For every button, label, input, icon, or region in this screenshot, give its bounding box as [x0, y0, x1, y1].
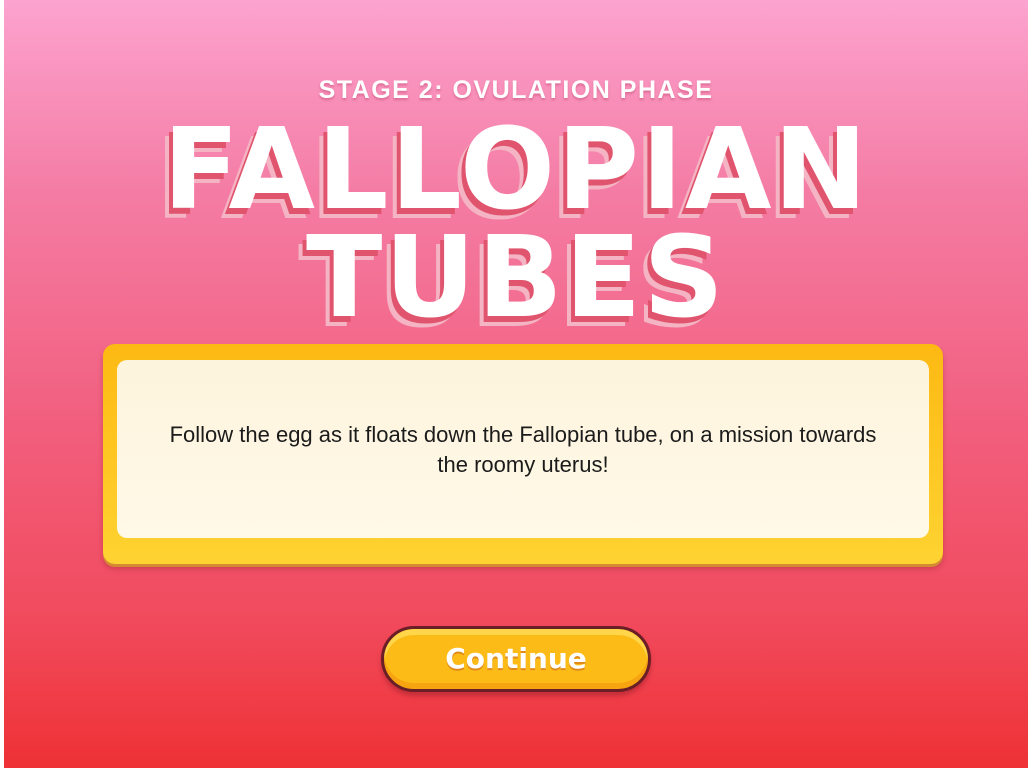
continue-button-label: Continue	[445, 642, 587, 675]
stage-title-line-1: FALLOPIAN	[162, 105, 870, 235]
stage-title-line-2: TUBES	[306, 213, 726, 343]
description-text: Follow the egg as it floats down the Fal…	[169, 422, 877, 477]
game-screen: STAGE 2: OVULATION PHASE FALLOPIAN TUBES…	[4, 0, 1028, 768]
description-card-body: Follow the egg as it floats down the Fal…	[117, 360, 929, 538]
stage-subtitle: STAGE 2: OVULATION PHASE	[318, 76, 714, 104]
description-card: Follow the egg as it floats down the Fal…	[103, 344, 943, 564]
continue-button[interactable]: Continue	[381, 626, 651, 692]
